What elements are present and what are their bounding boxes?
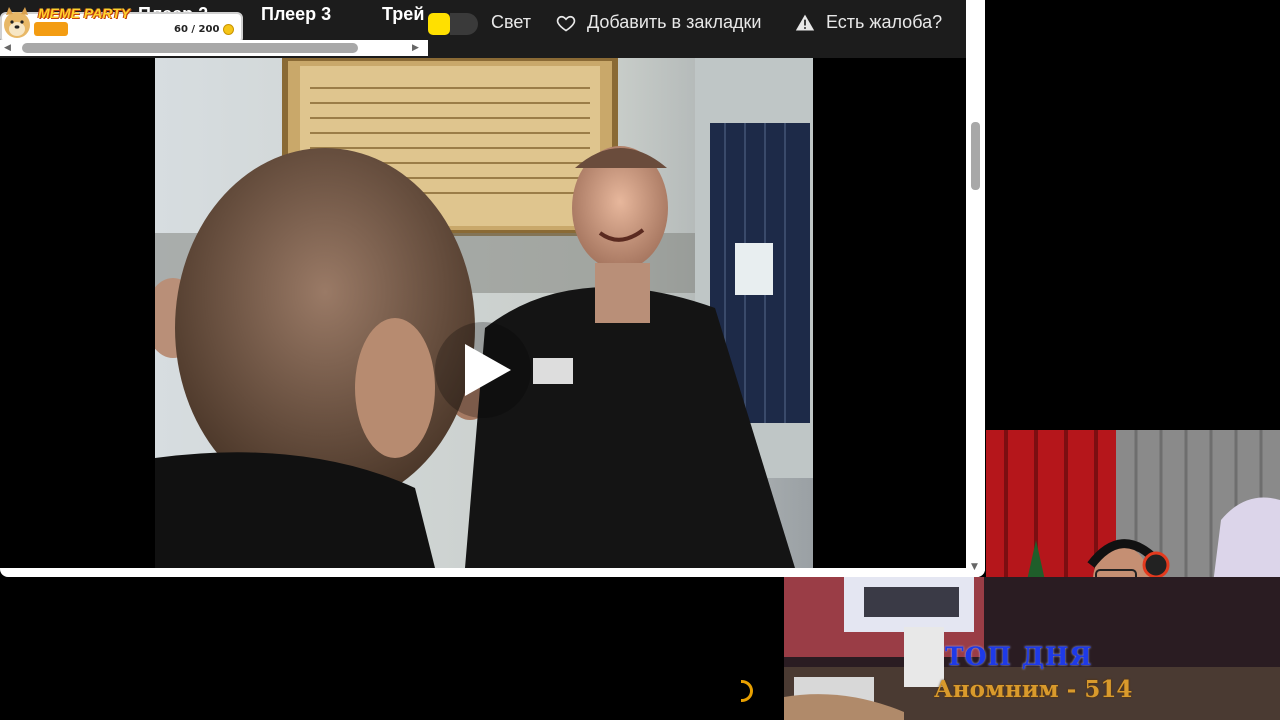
scroll-down-icon[interactable]: ▼ [971,562,978,572]
play-icon[interactable] [433,320,533,420]
complaint-button[interactable]: Есть жалоба? [826,12,942,33]
orange-overlay-mark [741,680,753,702]
meme-party-title: MEME PARTY [38,5,131,21]
top-of-day-title: ТОП ДНЯ [945,642,1093,671]
video-player[interactable] [0,58,966,568]
heart-icon[interactable] [556,13,576,33]
meme-party-count: 60 / 200 [174,24,220,35]
meme-party-progress [34,22,68,36]
horizontal-scrollbar[interactable]: ◀ ▶ [0,40,428,56]
tab-player-3[interactable]: Плеер 3 [261,4,331,25]
scroll-left-icon[interactable]: ◀ [4,43,11,53]
warning-icon[interactable] [795,13,815,33]
doge-icon [4,7,30,38]
coin-icon [223,24,234,35]
browser-panel: Плеер 2 Плеер 3 Трей Свет Добавить в зак… [0,0,985,577]
video-frame [155,58,813,568]
scroll-right-icon[interactable]: ▶ [412,43,419,53]
bookmark-button[interactable]: Добавить в закладки [587,12,761,33]
vertical-scrollbar[interactable]: ▼ [966,0,985,577]
light-toggle[interactable] [450,13,478,35]
light-label[interactable]: Свет [491,12,531,33]
vertical-scroll-thumb[interactable] [971,122,980,190]
light-toggle-knob[interactable] [428,13,450,35]
tab-trailer[interactable]: Трей [382,4,424,25]
horizontal-scroll-thumb[interactable] [22,43,358,53]
top-of-day-user: Аномним - 514 [934,676,1133,703]
